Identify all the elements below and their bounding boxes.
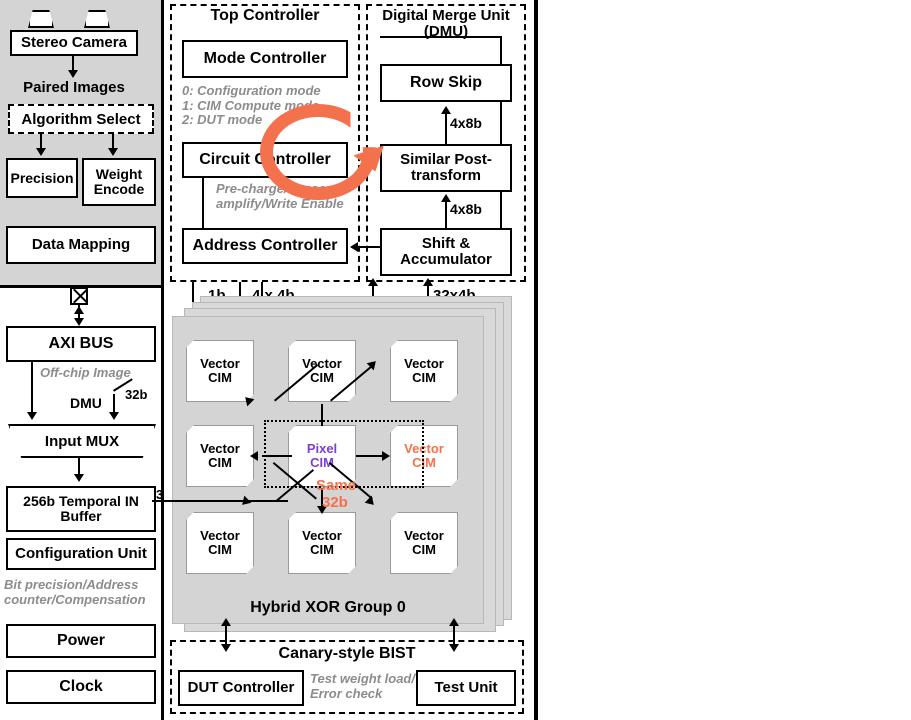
cim-tile-0-line1: Vector [200, 355, 240, 371]
cim-tile-7: Vector CIM [288, 512, 356, 574]
cim-tile-2-line1: Vector [404, 355, 444, 371]
crossed-box-icon [70, 287, 88, 305]
bus-arrowhead-4 [368, 278, 378, 286]
cim-tile-3-line1: Vector [200, 440, 240, 456]
arrowhead-pixel-west [250, 451, 258, 461]
cim-tile-6: Vector CIM [186, 512, 254, 574]
cim-tile-7-line1: Vector [302, 527, 342, 543]
diagram-root: Stereo Camera Paired Images Algorithm Se… [0, 0, 911, 720]
arrowhead-test-up [449, 618, 459, 626]
connector-circuit-address [202, 178, 204, 230]
bist-note: Test weight load/ Error check [310, 671, 415, 701]
arrowhead-address-feedback [350, 242, 358, 252]
center-panel: Top Controller Mode Controller 0: Config… [152, 0, 538, 720]
dmu-title-line2: (DMU) [423, 22, 469, 40]
arrowhead-axi-up [74, 306, 84, 314]
similar-post-line1: Similar Post- [400, 151, 492, 169]
configuration-unit-block: Configuration Unit [6, 538, 156, 570]
dmu-title-line1: Digital Merge Unit [382, 7, 510, 24]
cim-tile-6-line2: CIM [208, 542, 232, 557]
cim-tile-3: Vector CIM [186, 425, 254, 487]
shift-acc-line2: Accumulator [400, 251, 492, 268]
off-chip-image-note: Off-chip Image [40, 365, 131, 380]
mode-item-0: 0: Configuration mode [182, 83, 321, 98]
left-panel: Stereo Camera Paired Images Algorithm Se… [0, 0, 178, 720]
bist-note-line1: Test weight load/ [310, 671, 415, 686]
connector-buffer-to-group [152, 500, 288, 502]
paired-images-label: Paired Images [23, 79, 125, 96]
cim-tile-8-line2: CIM [412, 542, 436, 557]
similar-post-transform-block: Similar Post- transform [380, 144, 512, 192]
dmu-input-width-label: 32b [125, 387, 148, 402]
arrowhead-axi-down [74, 318, 84, 326]
arrowhead-weight [108, 148, 118, 156]
cim-tile-0: Vector CIM [186, 340, 254, 402]
bist-note-line2: Error check [310, 685, 383, 701]
clock-block: Clock [6, 670, 156, 704]
input-mux-block: Input MUX [8, 424, 156, 458]
config-note-line1: Bit precision/Address [4, 577, 139, 592]
connector-shift-post [445, 200, 447, 228]
similar-post-line2: transform [410, 167, 481, 184]
mode-controller-block: Mode Controller [182, 40, 348, 78]
configuration-note: Bit precision/Address counter/Compensati… [4, 577, 174, 607]
bist-title: Canary-style BIST [278, 645, 416, 662]
cim-tile-2: Vector CIM [390, 340, 458, 402]
arrowhead-dmu-mux [109, 412, 119, 420]
connector-axi-mux [31, 362, 33, 416]
shift-acc-line1: Shift & [421, 235, 471, 253]
arrowhead-buffer-in [74, 474, 84, 482]
row-skip-block: Row Skip [380, 64, 512, 102]
same-label-line1: Same [316, 477, 357, 494]
cim-tile-2-line2: CIM [412, 370, 436, 385]
buffer-line1: 256b Temporal IN [23, 493, 139, 510]
config-note-line2: counter/Compensation [4, 591, 146, 607]
connector-pixel-north [321, 404, 323, 426]
weight-encode-line2: Encode [93, 181, 145, 197]
cim-tile-6-line1: Vector [200, 527, 240, 543]
arrowhead-camera-down [68, 70, 78, 78]
buffer-line2: Buffer [60, 508, 102, 524]
stereo-camera-block: Stereo Camera [10, 30, 138, 56]
precision-block: Precision [6, 158, 78, 198]
arrowhead-rowskip-in [441, 106, 451, 114]
same-label-line2: 32b [322, 494, 348, 511]
bus-arrowhead-5 [423, 278, 433, 286]
connector-post-rowskip [445, 112, 447, 146]
cim-tile-1-line2: CIM [310, 370, 334, 385]
test-unit-block: Test Unit [416, 670, 516, 706]
arrowhead-mux-in [27, 412, 37, 420]
cim-tile-0-line2: CIM [208, 370, 232, 385]
cim-tile-7-line2: CIM [310, 542, 334, 557]
dut-controller-block: DUT Controller [178, 670, 304, 706]
algorithm-select-block: Algorithm Select [8, 104, 154, 134]
arrowhead-pixel-east [382, 451, 390, 461]
dmu-bus-label-2: 4x8b [450, 201, 482, 217]
cim-tile-1-line1: Vector [302, 355, 342, 371]
cim-tile-3-line2: CIM [208, 455, 232, 470]
arrowhead-precision [36, 148, 46, 156]
cim-tile-1: Vector CIM [288, 340, 356, 402]
weight-encode-block: Weight Encode [82, 158, 156, 206]
mode-item-2: 2: DUT mode [182, 112, 263, 128]
weight-encode-line1: Weight [95, 166, 143, 183]
dmu-bus-label-1: 4x8b [450, 115, 482, 131]
cim-tile-8: Vector CIM [390, 512, 458, 574]
xor-group-title: Hybrid XOR Group 0 [250, 599, 406, 616]
dmu-title: Digital Merge Unit (DMU) [366, 8, 526, 40]
shift-accumulator-block: Shift & Accumulator [380, 228, 512, 276]
cim-tile-8-line1: Vector [404, 527, 444, 543]
right-panel: 10 5 0 -5 0 20 40 60 80 30 40 Sparser Or… [538, 0, 911, 720]
arrowhead-dut-up [221, 618, 231, 626]
top-controller-title: Top Controller [210, 7, 320, 24]
data-mapping-block: Data Mapping [6, 226, 156, 264]
temporal-in-buffer-block: 256b Temporal IN Buffer [6, 486, 156, 532]
axi-bus-block: AXI BUS [6, 326, 156, 362]
address-controller-block: Address Controller [182, 228, 348, 264]
connector-pixel-west [262, 455, 292, 457]
power-block: Power [6, 624, 156, 658]
dmu-input-label: DMU [70, 395, 102, 411]
